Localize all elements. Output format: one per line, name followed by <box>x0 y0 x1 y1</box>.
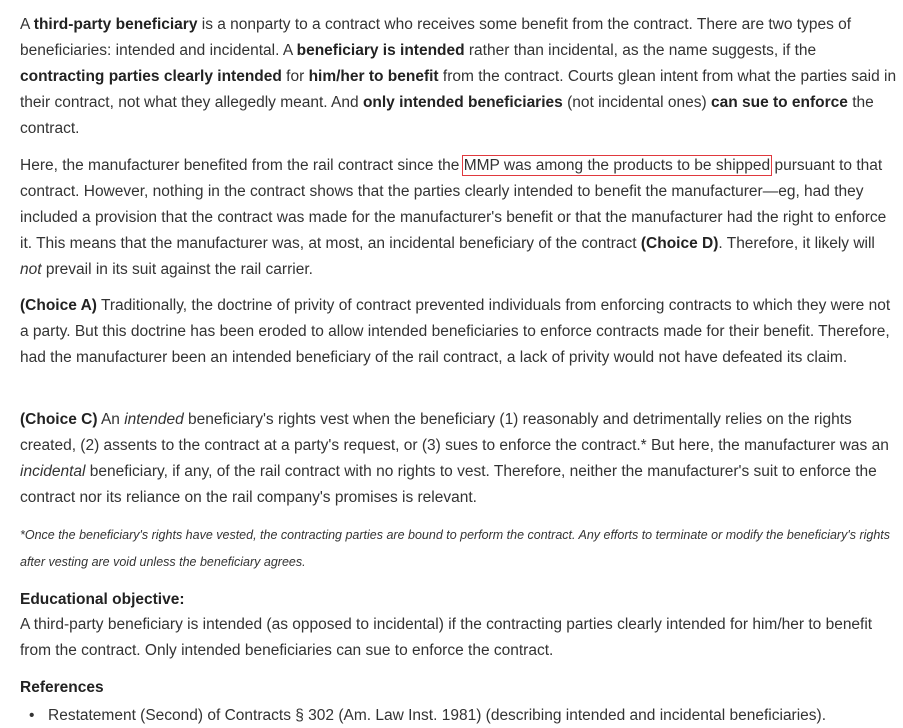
text: prevail in its suit against the rail car… <box>41 261 313 278</box>
bullet-icon: • <box>29 707 35 724</box>
text: (not incidental ones) <box>562 94 711 111</box>
text: for <box>281 68 309 85</box>
text: Here, the manufacturer benefited from th… <box>20 157 464 174</box>
italic-text: intended <box>124 411 184 428</box>
bold-term: beneficiary is intended <box>296 42 465 59</box>
bold-term: him/her to benefit <box>308 68 439 85</box>
references-heading: References <box>20 679 104 696</box>
text: rather than incidental, as the name sugg… <box>464 42 817 59</box>
text: A <box>20 16 34 33</box>
text: beneficiary, if any, of the rail contrac… <box>20 463 877 506</box>
footnote: *Once the beneficiary's rights have vest… <box>20 528 891 569</box>
text: . Therefore, it likely will <box>718 235 875 252</box>
paragraph-definition: A third-party beneficiary is a nonparty … <box>20 12 900 142</box>
bold-term: only intended beneficiaries <box>362 94 563 111</box>
reference-item: • Restatement (Second) of Contracts § 30… <box>20 704 900 728</box>
objective-heading: Educational objective: <box>20 591 185 608</box>
text: An <box>97 411 125 428</box>
choice-label: (Choice A) <box>20 297 97 314</box>
highlighted-text[interactable]: MMP was among the products to be shipped <box>461 155 773 176</box>
bold-term: third-party beneficiary <box>33 16 198 33</box>
italic-text: incidental <box>20 463 86 480</box>
paragraph-choice-c: (Choice C) An intended beneficiary's rig… <box>20 407 900 511</box>
bold-term: can sue to enforce <box>710 94 848 111</box>
bold-term: contracting parties clearly intended <box>20 68 282 85</box>
choice-label: (Choice D) <box>640 235 719 252</box>
objective-text: A third-party beneficiary is intended (a… <box>20 616 873 659</box>
references-list: • Restatement (Second) of Contracts § 30… <box>20 704 900 728</box>
italic-text: not <box>20 261 42 278</box>
choice-label: (Choice C) <box>20 411 98 428</box>
text: Traditionally, the doctrine of privity o… <box>20 297 891 366</box>
paragraph-analysis: Here, the manufacturer benefited from th… <box>20 153 900 283</box>
reference-text: Restatement (Second) of Contracts § 302 … <box>48 707 827 724</box>
paragraph-choice-a: (Choice A) Traditionally, the doctrine o… <box>20 293 900 371</box>
